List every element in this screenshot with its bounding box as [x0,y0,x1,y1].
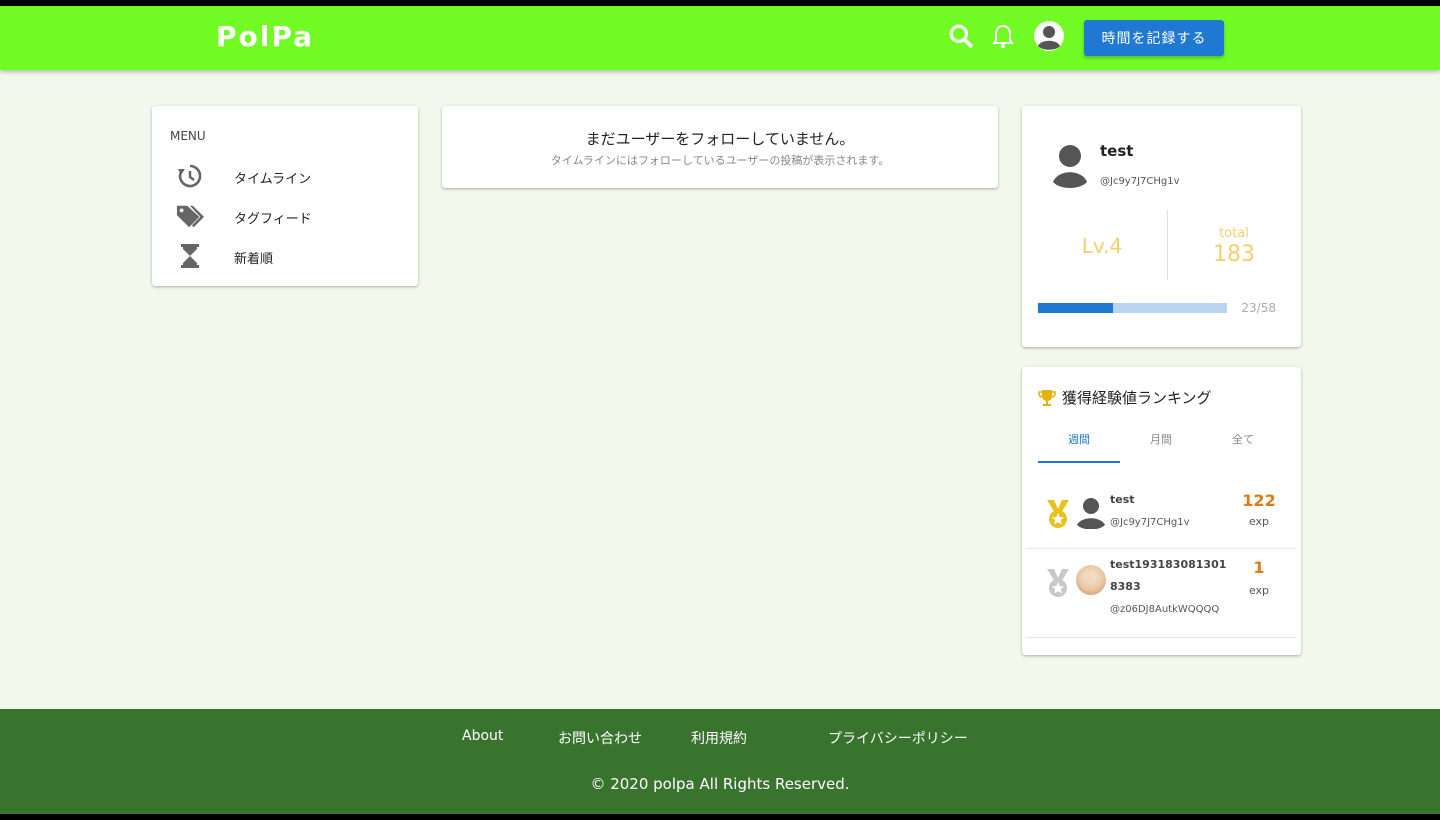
main-content: MENU タイムライン タグフィード 新着順 まだユーザーをフォローしていません… [0,70,1440,709]
tab-all[interactable]: 全て [1202,431,1284,447]
ranking-title: 獲得経験値ランキング [1062,389,1212,407]
tab-monthly[interactable]: 月間 [1120,431,1202,447]
record-time-button[interactable]: 時間を記録する [1084,20,1224,56]
profile-name[interactable]: test [1100,142,1133,160]
trophy-icon [1038,389,1056,407]
hourglass-icon [176,242,204,270]
total-exp: 183 [1213,242,1255,267]
menu-title: MENU [170,129,206,143]
site-logo[interactable]: PolPa [216,20,314,53]
tab-weekly[interactable]: 週間 [1038,431,1120,447]
menu-item-label: タグフィード [234,212,312,227]
ranking-row[interactable]: test1931830813018383 @z06DJ8AutkWQQQQ 1 … [1026,550,1296,638]
footer-link-contact[interactable]: お問い合わせ [558,728,642,748]
empty-title: まだユーザーをフォローしていません。 [585,130,855,148]
ranking-score-unit: exp [1248,515,1270,528]
footer-link-about[interactable]: About [462,728,503,744]
menu-item-timeline[interactable]: タイムライン [152,156,418,196]
active-tab-indicator [1038,461,1120,463]
level-progress-fill [1038,303,1114,313]
avatar[interactable] [1076,564,1106,596]
menu-card: MENU タイムライン タグフィード 新着順 [152,106,418,286]
menu-item-tagfeed[interactable]: タグフィード [152,196,418,236]
menu-item-label: タイムライン [234,172,312,187]
gold-medal-icon [1044,499,1072,529]
tags-icon [176,202,204,230]
divider [1167,210,1168,280]
ranking-user-name[interactable]: test1931830813018383 [1110,554,1230,598]
bell-icon[interactable] [987,20,1019,52]
menu-item-newest[interactable]: 新着順 [152,236,418,276]
empty-subtitle: タイムラインにはフォローしているユーザーの投稿が表示されます。 [550,154,890,167]
total-label: total [1219,226,1249,241]
site-footer: About お問い合わせ 利用規約 プライバシーポリシー © 2020 polp… [0,709,1440,814]
history-icon [176,162,204,190]
ranking-score: 122 [1242,491,1276,510]
ranking-user-handle: @z06DJ8AutkWQQQQ [1110,604,1220,615]
ranking-row[interactable]: test @Jc9y7J7CHg1v 122 exp [1026,479,1296,549]
profile-handle: @Jc9y7J7CHg1v [1100,176,1180,187]
footer-link-terms[interactable]: 利用規約 [691,728,747,748]
search-icon[interactable] [945,20,977,52]
level-progress-bar [1038,303,1227,313]
timeline-empty-card: まだユーザーをフォローしていません。 タイムラインにはフォローしているユーザーの… [442,106,998,188]
footer-link-privacy[interactable]: プライバシーポリシー [828,728,968,748]
avatar[interactable] [1076,497,1106,530]
level-progress-text: 23/58 [1241,301,1276,315]
app-header: PolPa 時間を記録する [0,6,1440,70]
ranking-user-handle: @Jc9y7J7CHg1v [1110,517,1190,528]
ranking-card: 獲得経験値ランキング 週間 月間 全て test @Jc9y7J7CHg1v 1… [1022,367,1301,655]
account-icon[interactable] [1033,20,1065,52]
ranking-score-unit: exp [1248,584,1270,597]
ranking-user-name[interactable]: test [1110,489,1230,511]
ranking-score: 1 [1253,558,1265,577]
silver-medal-icon [1044,568,1072,598]
menu-item-label: 新着順 [234,252,274,267]
avatar[interactable] [1052,144,1088,188]
profile-card: test @Jc9y7J7CHg1v Lv.4 total 183 23/58 [1022,106,1301,347]
profile-level: Lv.4 [1081,234,1123,258]
bottom-border [0,814,1440,820]
copyright: © 2020 polpa All Rights Reserved. [590,775,850,793]
